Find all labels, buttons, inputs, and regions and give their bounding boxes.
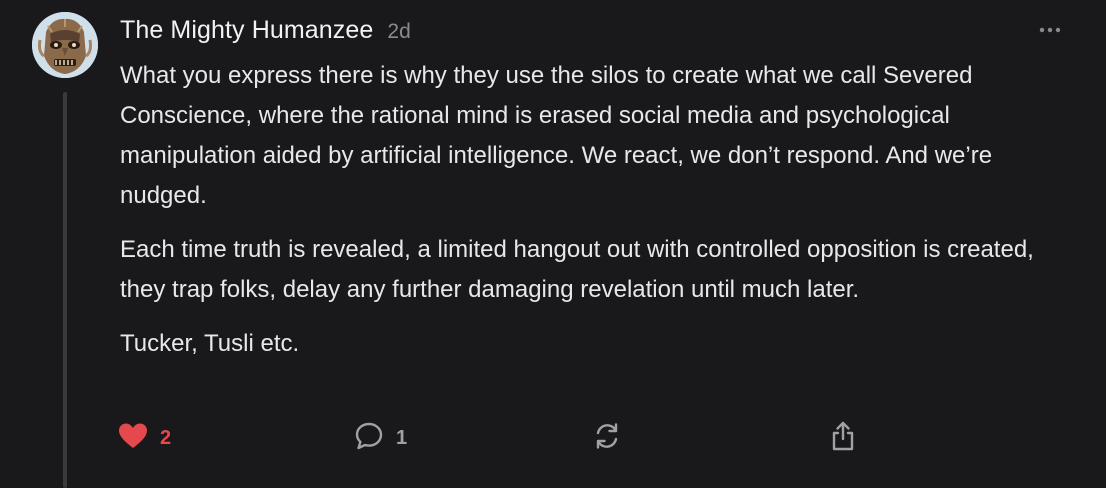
comment-header: The Mighty Humanzee 2d <box>120 16 411 48</box>
comment-body: What you express there is why they use t… <box>120 56 1070 378</box>
author-name[interactable]: The Mighty Humanzee <box>120 16 373 45</box>
thread-line <box>63 92 67 488</box>
timestamp[interactable]: 2d <box>387 20 410 44</box>
comment-paragraph: Tucker, Tusli etc. <box>120 330 300 357</box>
comment-paragraph: What you express there is why they use t… <box>120 62 993 209</box>
comment-bubble-icon <box>354 421 384 456</box>
heart-icon <box>118 422 148 455</box>
avatar[interactable] <box>32 12 98 78</box>
comment-button[interactable]: 1 <box>354 420 407 456</box>
like-count: 2 <box>160 426 172 449</box>
restack-icon <box>592 421 622 456</box>
comment-count: 1 <box>396 426 408 449</box>
action-bar: 2 1 <box>118 420 878 456</box>
more-options-icon[interactable] <box>1036 22 1064 38</box>
like-button[interactable]: 2 <box>118 420 171 456</box>
share-icon <box>828 420 858 457</box>
comment-paragraph: Each time truth is revealed, a limited h… <box>120 236 1034 303</box>
share-button[interactable] <box>828 420 858 456</box>
restack-button[interactable] <box>592 420 622 456</box>
